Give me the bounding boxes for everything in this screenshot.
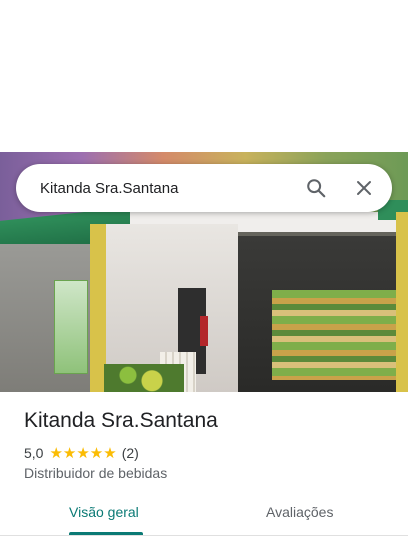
tab-overview[interactable]: Visão geral (69, 504, 139, 520)
place-tabs: Visão geral Avaliações (0, 492, 408, 536)
search-bar[interactable]: Kitanda Sra.Santana (16, 164, 392, 212)
close-icon[interactable] (340, 164, 388, 212)
produce-shelves (272, 290, 398, 380)
place-title: Kitanda Sra.Santana (24, 409, 218, 432)
place-category[interactable]: Distribuidor de bebidas (24, 465, 167, 481)
yellow-pillar-right (396, 212, 408, 392)
rating-value: 5,0 (24, 445, 44, 461)
star-rating-icon: ★★★★★ (49, 445, 117, 462)
review-count[interactable]: (2) (122, 445, 139, 461)
red-bag (200, 316, 208, 346)
tab-reviews[interactable]: Avaliações (266, 504, 333, 520)
tabs-divider (0, 535, 408, 536)
rating-row[interactable]: 5,0 ★★★★★ (2) (24, 444, 139, 462)
fruit-display (104, 364, 184, 392)
wall-poster (54, 280, 88, 374)
search-icon[interactable] (292, 164, 340, 212)
search-query[interactable]: Kitanda Sra.Santana (40, 180, 292, 197)
